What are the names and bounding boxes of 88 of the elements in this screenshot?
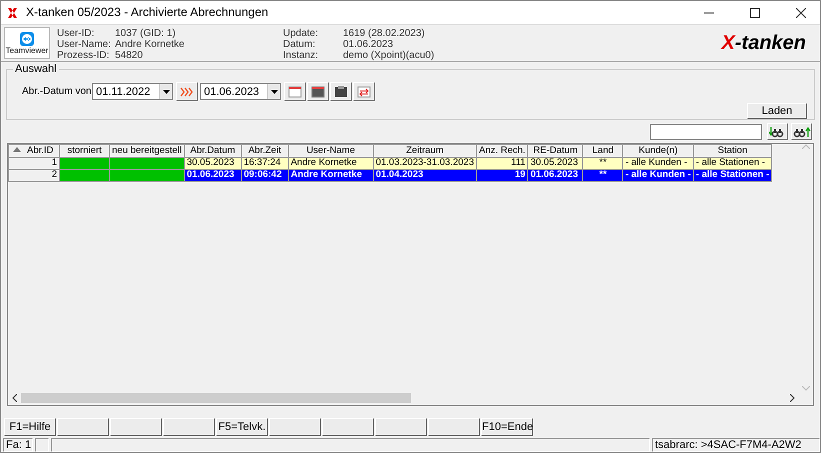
dropdown-arrow-icon[interactable] [162,90,170,94]
calendar-icon [357,85,371,98]
calendar-button[interactable] [284,82,306,102]
date-field[interactable]: 01.06.2023 [200,83,281,100]
function-key[interactable] [110,418,162,436]
teamviewer-icon [20,32,34,46]
forward-button[interactable] [176,82,198,102]
table-cell[interactable]: - alle Kunden - [622,158,694,170]
scroll-right-icon [790,394,795,402]
function-key[interactable] [163,418,215,436]
column-header[interactable]: neu bereitgestell [110,144,184,158]
table-cell[interactable]: 01.06.2023 [184,170,242,182]
table-cell[interactable]: 1 [8,158,60,170]
column-header[interactable]: storniert [60,144,110,158]
scroll-up-icon [802,144,810,150]
function-key[interactable]: F5=Telvk. [216,418,268,436]
vertical-scrollbar[interactable] [799,144,813,391]
dropdown-arrow-icon[interactable] [270,90,278,94]
column-header[interactable]: Abr.Zeit [241,144,288,158]
info-value: demo (Xpoint)(acu0) [343,50,436,62]
scroll-down-icon [802,386,810,391]
table-cell[interactable]: 19 [476,170,528,182]
info-label: User-Name: [57,39,112,50]
date-label: Abr.-Datum von [22,86,92,98]
search-up-button[interactable] [791,123,812,140]
column-header[interactable]: User-Name [288,144,374,158]
table-cell[interactable]: 30.05.2023 [528,158,583,170]
table-cell[interactable]: 2 [8,170,60,182]
function-key[interactable] [57,418,109,436]
calendar-icon [334,85,348,98]
function-key[interactable] [428,418,480,436]
info-value: 54820 [115,50,144,62]
table-cell[interactable]: - alle Kunden - [622,170,694,182]
logo: X-tanken [722,32,806,55]
table-cell[interactable]: 111 [476,158,528,170]
table-cell[interactable]: 09:06:42 [241,170,288,182]
column-header[interactable]: Anz. Rech. [476,144,528,158]
function-key[interactable]: F1=Hilfe [4,418,56,436]
info-value: 01.06.2023 [343,39,394,50]
app-logo-icon [7,6,18,19]
function-key[interactable] [269,418,321,436]
function-key[interactable] [375,418,427,436]
info-label: Instanz: [283,50,320,62]
info-label: Prozess-ID: [57,50,110,62]
sort-ascending-icon [13,147,21,152]
calendar-button[interactable] [307,82,329,102]
search-field[interactable] [650,124,762,140]
column-header[interactable]: Station [693,144,772,158]
info-label: Datum: [283,39,316,50]
table-cell[interactable]: Andre Kornetke [288,158,374,170]
column-header[interactable]: Land [582,144,623,158]
teamviewer-button[interactable]: Teamviewer [4,27,50,60]
info-value: 1619 (28.02.2023) [343,28,426,40]
column-header[interactable]: Abr.ID [8,144,60,158]
calendar-icon [311,85,325,98]
scrollbar-thumb[interactable] [21,393,411,403]
window-title: X-tanken 05/2023 - Archivierte Abrechnungen [26,6,268,20]
table-cell[interactable]: - alle Stationen - [693,158,772,170]
column-header[interactable]: RE-Datum [528,144,583,158]
close-icon[interactable] [796,8,806,18]
function-key[interactable] [322,418,374,436]
search-down-button[interactable] [767,123,788,140]
table-cell[interactable]: 01.04.2023 [373,170,476,182]
maximize-icon[interactable] [750,8,760,18]
table-cell[interactable]: 30.05.2023 [184,158,242,170]
column-header[interactable]: Kunde(n) [622,144,694,158]
table-cell[interactable]: - alle Stationen - [693,170,772,182]
load-button[interactable]: Laden [747,103,807,120]
table-cell[interactable]: 01.06.2023 [528,170,583,182]
table-cell[interactable]: 16:37:24 [241,158,288,170]
info-label: User-ID: [57,28,96,40]
status-pane [35,438,49,452]
table-cell[interactable]: Andre Kornetke [288,170,374,182]
table-cell[interactable]: 01.03.2023-31.03.2023 [373,158,476,170]
status-text: tsabrarc: >4SAC-F7M4-A2W2 [652,438,820,452]
binoculars-icon [792,125,810,138]
column-header[interactable]: Zeitraum [373,144,476,158]
info-value: Andre Kornetke [115,39,186,50]
info-value: 1037 (GID: 1) [115,28,177,40]
scroll-left-icon [12,394,17,402]
chevrons-icon [180,86,194,97]
date-field[interactable]: 01.11.2022 [92,83,173,100]
calendar-button[interactable] [353,82,375,102]
column-header[interactable]: Abr.Datum [184,144,242,158]
status-text: Fa: 1 [3,438,33,452]
calendar-icon [288,85,302,98]
info-label: Update: [283,28,320,40]
calendar-button[interactable] [330,82,352,102]
